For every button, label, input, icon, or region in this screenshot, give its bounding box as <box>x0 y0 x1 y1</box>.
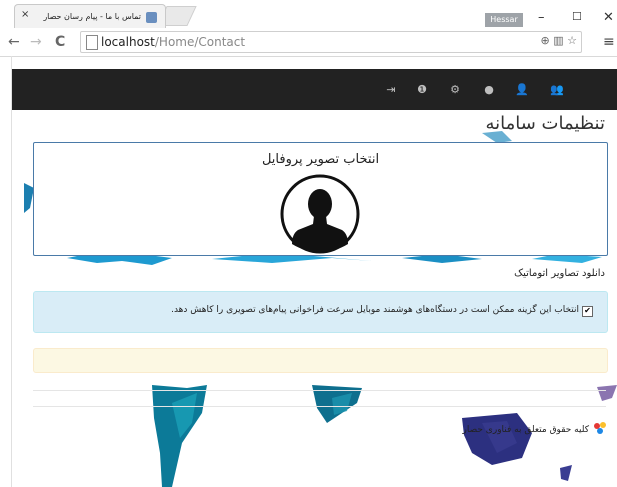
avatar-icon[interactable] <box>280 174 360 254</box>
auto-download-description: انتخاب این گزینه ممکن است در دستگاه‌های … <box>171 305 579 315</box>
back-icon[interactable]: ← <box>8 34 20 50</box>
profile-picture-title: انتخاب تصویر پروفایل <box>261 152 380 167</box>
url-path: /Home/Contact <box>154 35 246 49</box>
url-text: localhost/Home/Contact <box>101 35 245 49</box>
page-title: تنظیمات سامانه <box>485 113 605 134</box>
close-icon[interactable]: ✕ <box>603 10 614 25</box>
chat-icon[interactable]: ● <box>482 83 496 96</box>
favicon-icon <box>146 12 157 23</box>
url-host: localhost <box>101 35 155 49</box>
users-icon[interactable]: 👥 <box>550 83 564 96</box>
footer-copyright: کلیه حقوق متعلق به فناوری حصار <box>462 425 589 435</box>
maximize-icon[interactable]: ☐ <box>572 10 582 23</box>
browser-tab[interactable]: تماس با ما - پیام رسان حصار × <box>14 4 166 29</box>
divider <box>33 406 606 407</box>
reload-icon[interactable]: C <box>55 34 65 50</box>
omnibox-action-icons[interactable]: ⊕ ▥ ☆ <box>541 34 577 47</box>
forward-icon[interactable]: → <box>30 34 42 50</box>
browser-titlebar: تماس با ما - پیام رسان حصار × Hessar – ☐… <box>0 0 617 29</box>
tab-title: تماس با ما - پیام رسان حصار <box>43 12 141 21</box>
browser-menu-icon[interactable]: ≡ <box>603 34 615 50</box>
divider <box>33 390 606 391</box>
warning-alert <box>33 348 608 373</box>
auto-download-alert: ✔ انتخاب این گزینه ممکن است در دستگاه‌ها… <box>33 291 608 333</box>
company-logo-icon <box>594 422 606 434</box>
app-navbar: ⇥ ❶ ⚙ ● 👤 👥 <box>12 69 617 110</box>
logout-icon[interactable]: ⇥ <box>384 83 398 96</box>
auto-download-label: دانلود تصاویر اتوماتیک <box>514 268 605 279</box>
url-input[interactable]: localhost/Home/Contact ⊕ ▥ ☆ <box>80 31 582 53</box>
auto-download-checkbox[interactable]: ✔ <box>582 306 593 317</box>
settings-icon[interactable]: ⚙ <box>448 83 462 96</box>
profile-badge[interactable]: Hessar <box>485 13 523 27</box>
info-icon[interactable]: ❶ <box>415 83 429 96</box>
tab-close-icon[interactable]: × <box>21 9 29 20</box>
minimize-icon[interactable]: – <box>538 10 545 25</box>
page-icon <box>86 35 98 50</box>
address-toolbar: ← → C localhost/Home/Contact ⊕ ▥ ☆ ≡ <box>0 28 617 57</box>
add-user-icon[interactable]: 👤 <box>515 83 529 96</box>
profile-picture-panel: انتخاب تصویر پروفایل <box>33 142 608 256</box>
